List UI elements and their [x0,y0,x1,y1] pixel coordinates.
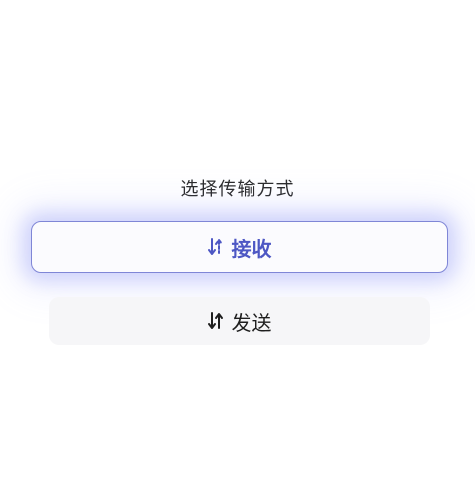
sort-arrows-icon [207,312,224,330]
send-label: 发送 [231,310,272,335]
transfer-method-screen: 选择传输方式 接收 发送 [0,0,475,477]
send-button[interactable]: 发送 [49,297,430,345]
prompt-text: 选择传输方式 [180,179,295,200]
sort-arrows-icon [207,238,224,256]
receive-label: 接收 [231,236,272,261]
receive-button[interactable]: 接收 [31,221,448,273]
